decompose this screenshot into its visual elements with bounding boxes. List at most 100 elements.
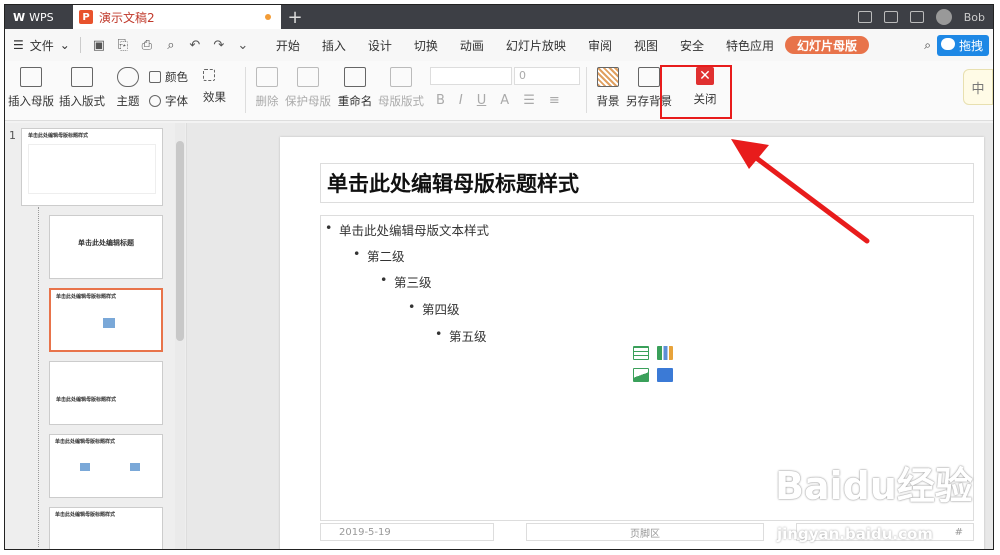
file-menu[interactable]: 文件 <box>30 37 54 54</box>
numbering-icon[interactable]: ≡ <box>549 93 560 108</box>
insert-master-button[interactable]: 插入母版 <box>5 61 57 109</box>
protect-master-button[interactable]: 保护母版 <box>282 61 334 109</box>
font-color-icon[interactable]: A <box>500 93 509 108</box>
tab-slide-master[interactable]: 幻灯片母版 <box>785 36 870 54</box>
hamburger-icon[interactable]: ☰ <box>13 38 24 52</box>
text-level-2: 第二级 <box>353 246 404 265</box>
tab-insert[interactable]: 插入 <box>311 29 357 61</box>
color-dropdown[interactable]: 颜色 <box>149 69 203 85</box>
text-level-4: 第四级 <box>408 299 459 318</box>
background-button[interactable]: 背景 <box>593 61 623 109</box>
layout-connector <box>38 207 39 547</box>
shirt-icon[interactable] <box>909 11 924 23</box>
thumbnail-title: 单击此处编辑标题 <box>78 239 134 247</box>
ribbon-toolbar: 插入母版 插入版式 主题 颜色 字体 效果 删除 保护母版 重命名 母版版式 0… <box>5 61 993 121</box>
chart-icon[interactable] <box>657 346 673 360</box>
tab-view[interactable]: 视图 <box>623 29 669 61</box>
watermark-url: jingyan.baidu.com <box>777 525 933 543</box>
effect-dropdown[interactable]: 效果 <box>203 89 239 105</box>
table-icon[interactable] <box>633 346 649 360</box>
master-layout-icon <box>390 67 412 87</box>
tab-design[interactable]: 设计 <box>357 29 403 61</box>
scrollbar-thumb[interactable] <box>176 141 184 341</box>
thumbnail-title: 单击此处编辑母版标题样式 <box>55 439 116 445</box>
skin-icon[interactable] <box>883 11 898 23</box>
tab-security[interactable]: 安全 <box>669 29 715 61</box>
tab-animation[interactable]: 动画 <box>449 29 495 61</box>
print-icon[interactable]: ⎙ <box>139 38 155 53</box>
redo-icon[interactable]: ↷ <box>211 38 227 53</box>
export-icon[interactable]: ⎘ <box>115 38 131 53</box>
unsaved-dot-icon <box>265 14 271 20</box>
divider <box>245 67 246 113</box>
thumbnail-title: 单击此处编辑母版标题样式 <box>28 133 89 139</box>
more-icon[interactable]: ⌄ <box>235 38 251 53</box>
picture-icon[interactable] <box>633 368 649 382</box>
italic-icon[interactable]: I <box>459 93 463 108</box>
new-tab-button[interactable]: + <box>281 5 309 29</box>
theme-options: 颜色 字体 <box>149 61 203 109</box>
watermark-brand: Baidu经验 <box>775 464 973 508</box>
font-name-select[interactable] <box>430 67 512 85</box>
theme-button[interactable]: 主题 <box>107 61 149 109</box>
placeholder-icon <box>130 463 140 471</box>
chevron-down-icon[interactable]: ⌄ <box>60 38 70 52</box>
protect-master-label: 保护母版 <box>285 94 331 108</box>
thumbnail-title: 单击此处编辑母版标题样式 <box>56 397 117 403</box>
layout-icon[interactable] <box>857 11 872 23</box>
thumbnail-title: 单击此处编辑母版标题样式 <box>55 512 116 518</box>
effect-icon-button[interactable] <box>203 69 239 81</box>
insert-layout-icon <box>71 67 93 87</box>
font-format-group: 0 B I U A ☰ ≡ <box>426 61 580 108</box>
layout-thumbnail[interactable]: 单击此处编辑母版标题样式 <box>49 507 163 549</box>
bullets-icon[interactable]: ☰ <box>523 93 535 108</box>
save-background-icon <box>638 67 660 87</box>
save-icon[interactable]: ▣ <box>91 38 107 53</box>
tab-transition[interactable]: 切换 <box>403 29 449 61</box>
footer-text[interactable]: 页脚区 <box>526 523 764 541</box>
video-icon[interactable] <box>657 368 673 382</box>
search-icon[interactable]: ⌕ <box>924 38 931 53</box>
tab-home[interactable]: 开始 <box>265 29 311 61</box>
font-size-select[interactable]: 0 <box>514 67 580 85</box>
footer-date[interactable]: 2019-5-19 <box>320 523 494 541</box>
protect-master-icon <box>297 67 319 87</box>
underline-icon[interactable]: U <box>477 93 487 108</box>
delete-label: 删除 <box>255 94 279 108</box>
tab-features[interactable]: 特色应用 <box>715 29 785 61</box>
placeholder-icon <box>103 318 115 328</box>
insert-layout-button[interactable]: 插入版式 <box>57 61 107 109</box>
avatar[interactable] <box>935 9 952 25</box>
layout-thumbnail[interactable]: 单击此处编辑母版标题样式 <box>49 361 163 425</box>
layout-thumbnail[interactable]: 单击此处编辑标题 <box>49 215 163 279</box>
title-placeholder[interactable]: 单击此处编辑母版标题样式 <box>320 163 974 203</box>
master-layout-button[interactable]: 母版版式 <box>376 61 426 109</box>
tab-review[interactable]: 审阅 <box>577 29 623 61</box>
rename-icon <box>344 67 366 87</box>
placeholder-icon <box>80 463 90 471</box>
insert-master-icon <box>20 67 42 87</box>
effect-label: 效果 <box>203 90 226 104</box>
user-name[interactable]: Bob <box>964 11 985 24</box>
document-tab[interactable]: P 演示文稿2 <box>73 5 281 29</box>
thumbnail-scrollbar[interactable] <box>175 123 185 549</box>
side-widget[interactable]: 中 <box>963 69 993 105</box>
bold-icon[interactable]: B <box>436 93 445 108</box>
preview-icon[interactable]: ⌕ <box>163 38 179 53</box>
insert-master-label: 插入母版 <box>8 94 54 108</box>
rename-button[interactable]: 重命名 <box>334 61 376 109</box>
layout-thumbnail-selected[interactable]: 单击此处编辑母版标题样式 <box>49 288 163 352</box>
undo-icon[interactable]: ↶ <box>187 38 203 53</box>
delete-button[interactable]: 删除 <box>252 61 282 109</box>
thumbnail-title: 单击此处编辑母版标题样式 <box>56 294 117 300</box>
font-dropdown[interactable]: 字体 <box>149 93 203 109</box>
master-thumbnail[interactable]: 单击此处编辑母版标题样式 <box>21 128 163 206</box>
text-level-1: 单击此处编辑母版文本样式 <box>325 220 489 239</box>
background-icon <box>597 67 619 87</box>
wps-home-tab[interactable]: W WPS <box>5 5 73 29</box>
tab-slideshow[interactable]: 幻灯片放映 <box>495 29 577 61</box>
baidu-drag-button[interactable]: 拖拽 <box>936 34 989 56</box>
layout-thumbnail[interactable]: 单击此处编辑母版标题样式 <box>49 434 163 498</box>
effect-icon <box>203 69 215 81</box>
background-label: 背景 <box>596 94 620 108</box>
